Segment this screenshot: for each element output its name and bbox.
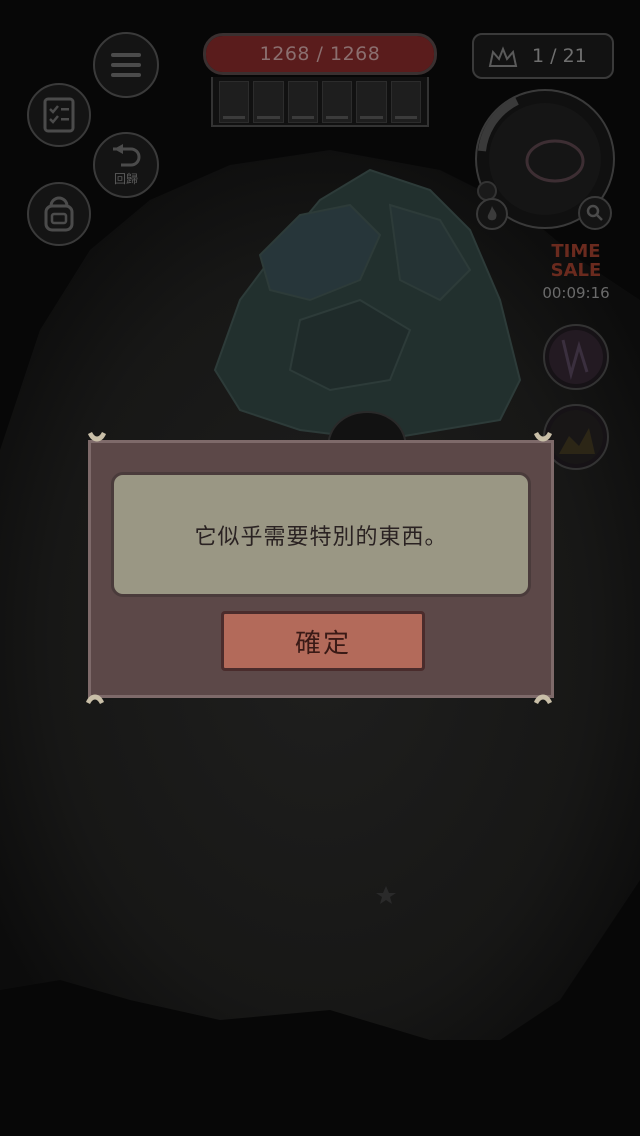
corner-ornament-icon: [86, 694, 104, 704]
message-dialog: 它似乎需要特別的東西。 確定: [88, 440, 554, 698]
flame-icon: [487, 206, 497, 221]
return-button[interactable]: 回歸: [93, 132, 159, 198]
crown-icon: [488, 46, 518, 67]
menu-button[interactable]: [93, 32, 159, 98]
character-avatar-icon: [549, 330, 603, 384]
corner-ornament-icon: [88, 432, 106, 442]
party-portrait[interactable]: [390, 81, 421, 123]
return-label: 回歸: [113, 172, 138, 186]
stage-counter-text: 1 / 21: [532, 45, 587, 67]
search-button[interactable]: [578, 196, 612, 230]
message-panel: 它似乎需要特別的東西。: [111, 472, 531, 597]
dialog-message: 它似乎需要特別的東西。: [194, 524, 448, 550]
time-sale-banner[interactable]: TIME SALE 00:09:16: [540, 242, 612, 302]
search-icon: [586, 204, 603, 221]
menu-icon: [111, 53, 141, 77]
party-portrait[interactable]: [321, 81, 353, 123]
corner-ornament-icon: [534, 694, 552, 704]
corner-ornament-icon: [534, 432, 552, 442]
backpack-button[interactable]: [27, 182, 91, 246]
time-sale-countdown: 00:09:16: [542, 284, 610, 302]
party-portrait[interactable]: [253, 81, 284, 123]
confirm-button-label: 確定: [294, 628, 351, 659]
backpack-icon: [44, 196, 74, 232]
time-sale-title-2: SALE: [550, 260, 602, 281]
party-portrait[interactable]: [356, 81, 387, 123]
event-character-button[interactable]: [543, 324, 609, 390]
party-portrait[interactable]: [219, 81, 250, 123]
quest-button[interactable]: [27, 83, 91, 147]
stage-counter[interactable]: 1 / 21: [472, 33, 614, 79]
hp-bar: 1268 / 1268: [203, 33, 437, 75]
fire-button[interactable]: [476, 198, 508, 230]
confirm-button[interactable]: 確定: [221, 611, 425, 671]
party-portrait[interactable]: [287, 81, 318, 123]
hp-text: 1268 / 1268: [259, 43, 381, 65]
party-portraits: [211, 77, 429, 127]
quest-list-icon: [43, 97, 75, 133]
return-icon: [113, 144, 141, 167]
time-sale-title-1: TIME: [551, 241, 601, 262]
health-panel: 1268 / 1268: [203, 33, 437, 128]
character-avatar-icon: [549, 410, 603, 464]
